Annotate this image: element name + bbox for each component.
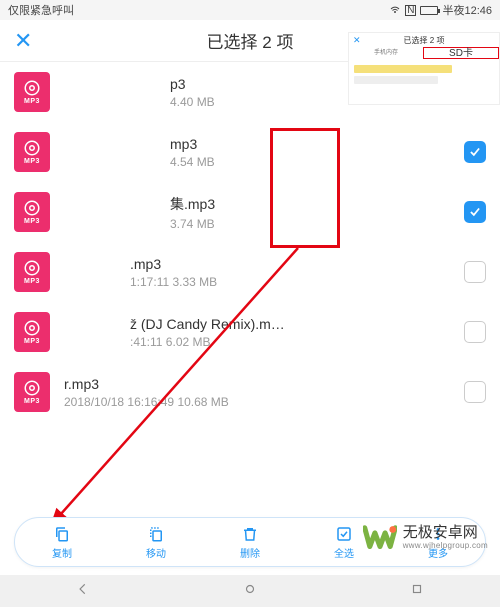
move-button[interactable]: 移动	[146, 525, 166, 560]
watermark-logo-icon	[363, 521, 397, 555]
watermark: 无极安卓网 www.wjhelpgroup.com	[363, 521, 488, 555]
action-label: 移动	[146, 545, 166, 560]
file-name: ž (DJ Candy Remix).m…	[130, 316, 464, 332]
file-meta: 2018/10/18 16:16:49 10.68 MB	[64, 395, 464, 409]
list-item[interactable]: MP3 集.mp3 3.74 MB	[0, 182, 500, 242]
mp3-file-icon: MP3	[14, 312, 50, 352]
checkbox-checked[interactable]	[464, 141, 486, 163]
page-title: 已选择 2 项	[207, 28, 294, 53]
list-item[interactable]: MP3 .mp3 1:17:11 3.33 MB	[0, 242, 500, 302]
file-list: MP3 p3 4.40 MB MP3 mp3 4.54 MB MP3 集.mp3…	[0, 62, 500, 422]
list-item[interactable]: MP3 mp3 4.54 MB	[0, 122, 500, 182]
checkbox[interactable]	[464, 381, 486, 403]
file-name: .mp3	[130, 256, 464, 272]
battery-icon	[420, 6, 438, 15]
action-label: 全选	[334, 545, 354, 560]
nav-recent-icon[interactable]	[410, 582, 424, 601]
action-label: 删除	[240, 545, 260, 560]
thumb-title: 已选择 2 项	[404, 35, 445, 46]
file-text: mp3 4.54 MB	[170, 136, 464, 169]
file-name: mp3	[170, 136, 464, 152]
wifi-icon	[389, 3, 401, 18]
mp3-file-icon: MP3	[14, 72, 50, 112]
status-right: N 半夜12:46	[389, 2, 492, 18]
delete-button[interactable]: 删除	[240, 525, 260, 560]
thumb-tab-sd: SD卡	[423, 47, 499, 59]
list-item[interactable]: MP3 r.mp3 2018/10/18 16:16:49 10.68 MB	[0, 362, 500, 422]
close-icon: ✕	[353, 35, 361, 46]
file-meta: 1:17:11 3.33 MB	[130, 275, 464, 289]
mp3-file-icon: MP3	[14, 192, 50, 232]
checkbox[interactable]	[464, 261, 486, 283]
thumb-bar	[354, 76, 438, 84]
mp3-file-icon: MP3	[14, 132, 50, 172]
copy-button[interactable]: 复制	[52, 525, 72, 560]
file-text: 集.mp3 3.74 MB	[170, 194, 464, 231]
status-left-text: 仅限紧急呼叫	[8, 2, 74, 18]
system-nav-bar	[0, 575, 500, 607]
mp3-file-icon: MP3	[14, 252, 50, 292]
file-name: r.mp3	[64, 376, 464, 392]
nav-back-icon[interactable]	[76, 582, 90, 601]
thumb-tab-phone: 手机内存	[349, 47, 423, 59]
checkbox[interactable]	[464, 321, 486, 343]
watermark-title: 无极安卓网	[403, 525, 488, 542]
list-item[interactable]: MP3 ž (DJ Candy Remix).m… :41:11 6.02 MB	[0, 302, 500, 362]
nfc-icon: N	[405, 5, 416, 16]
file-text: .mp3 1:17:11 3.33 MB	[130, 256, 464, 289]
watermark-url: www.wjhelpgroup.com	[403, 542, 488, 551]
file-meta: 4.54 MB	[170, 155, 464, 169]
action-label: 复制	[52, 545, 72, 560]
status-bar: 仅限紧急呼叫 N 半夜12:46	[0, 0, 500, 20]
file-text: ž (DJ Candy Remix).m… :41:11 6.02 MB	[130, 316, 464, 349]
tutorial-thumbnail: ✕ 已选择 2 项 手机内存 SD卡 ›	[348, 32, 500, 105]
file-name: 集.mp3	[170, 194, 464, 214]
nav-home-icon[interactable]	[243, 582, 257, 601]
checkbox-checked[interactable]	[464, 201, 486, 223]
select-all-button[interactable]: 全选	[334, 525, 354, 560]
file-meta: :41:11 6.02 MB	[130, 335, 464, 349]
thumb-bar	[354, 65, 452, 73]
file-text: r.mp3 2018/10/18 16:16:49 10.68 MB	[64, 376, 464, 409]
close-icon[interactable]: ✕	[0, 28, 46, 54]
status-time: 半夜12:46	[442, 2, 492, 18]
file-meta: 3.74 MB	[170, 217, 464, 231]
mp3-file-icon: MP3	[14, 372, 50, 412]
